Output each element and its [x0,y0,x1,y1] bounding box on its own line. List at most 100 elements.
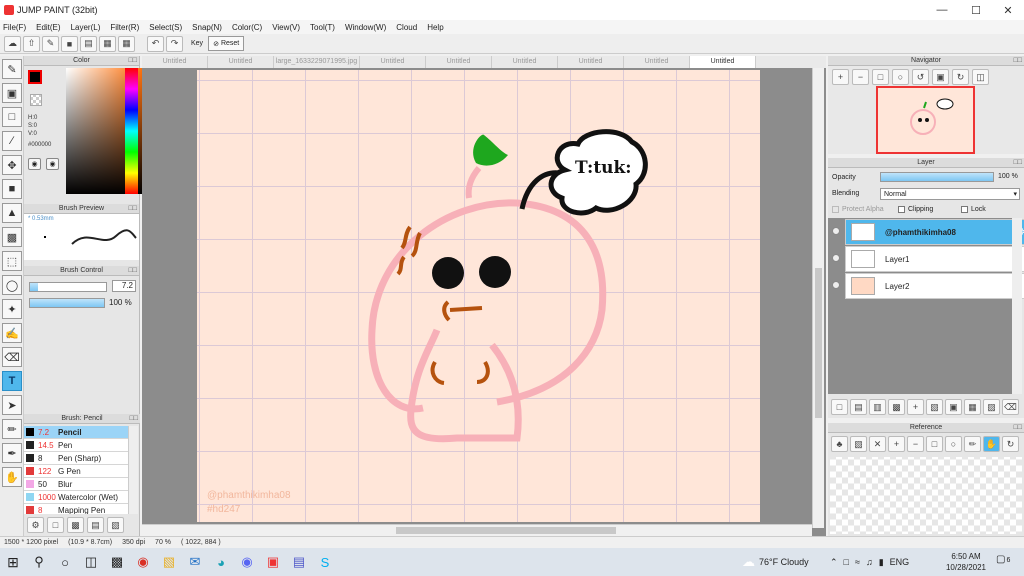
zoom-out-icon[interactable]: − [907,436,924,452]
wifi-icon[interactable]: ≈ [855,557,860,567]
battery-icon[interactable]: ▮ [879,557,884,568]
menu-tool[interactable]: Tool(T) [310,23,335,32]
reference-canvas[interactable] [830,457,1022,534]
menu-filter[interactable]: Filter(R) [110,23,139,32]
reset-zoom-icon[interactable]: ○ [945,436,962,452]
menu-snap[interactable]: Snap(N) [192,23,222,32]
magic-wand-tool-icon[interactable]: ✦ [2,299,22,319]
eyedropper-tool-icon[interactable]: ✏ [2,419,22,439]
flip-icon[interactable]: ◫ [972,69,989,85]
network-icon[interactable]: □ [844,557,849,567]
chrome-icon[interactable]: ◉ [130,548,156,576]
layer-row-layer1[interactable]: Layer1 [845,246,1024,272]
close-icon[interactable]: ✕ [992,0,1024,20]
zoom-in-icon[interactable]: + [832,69,849,85]
tab-untitled-5[interactable]: Untitled [492,56,558,68]
add-layer-menu-icon[interactable]: + [907,399,924,415]
chat-icon[interactable]: ■ [61,35,78,52]
windows-start-icon[interactable]: ⊞ [0,548,26,576]
notification-icon[interactable]: ▢6 [996,554,1010,565]
line-tool-icon[interactable]: ∕ [2,131,22,151]
layer-visibility-icon[interactable] [832,281,840,289]
tab-untitled-3[interactable]: Untitled [360,56,426,68]
copy-layer-icon[interactable]: ▩ [888,399,905,415]
chevron-up-icon[interactable]: ⌃ [830,557,838,568]
panel-buttons-icon[interactable]: □□ [1014,423,1022,433]
fill-rect-tool-icon[interactable]: ■ [2,179,22,199]
brush-item-mapping-pen[interactable]: 8 Mapping Pen [24,504,128,514]
tab-untitled-4[interactable]: Untitled [426,56,492,68]
zoom-out-icon[interactable]: − [852,69,869,85]
eraser-tool-icon[interactable]: ▣ [2,83,22,103]
horizontal-scroll-thumb[interactable] [396,527,616,534]
fit-icon[interactable]: □ [926,436,943,452]
pen-tool-icon[interactable]: ✒ [2,443,22,463]
pages-icon[interactable]: ▦ [99,35,116,52]
protect-alpha-checkbox[interactable]: Protect Alpha [832,206,884,213]
tab-large-jpg[interactable]: large_1633229071995.jpg [274,56,360,68]
new-layer-1bit-icon[interactable]: ▥ [869,399,886,415]
foreground-color-swatch[interactable] [28,70,42,84]
menu-window[interactable]: Window(W) [345,23,386,32]
maximize-icon[interactable]: ☐ [960,0,992,20]
eyedropper-icon[interactable]: ✏ [964,436,981,452]
rectangle-tool-icon[interactable]: □ [2,107,22,127]
redo-icon[interactable]: ↷ [166,35,183,52]
brush-page-icon[interactable]: ▤ [87,517,104,533]
zoom-in-icon[interactable]: + [888,436,905,452]
brush-tool-icon[interactable]: ✎ [2,59,22,79]
blending-select[interactable]: Normal ▾ [880,188,1020,200]
clock[interactable]: 6:50 AM 10/28/2021 [942,551,990,573]
brush-item-blur[interactable]: 50 Blur [24,478,128,491]
mail-icon[interactable]: ✉ [182,548,208,576]
palette-icon[interactable]: ◉ [28,158,41,170]
hand-icon[interactable]: ✋ [983,436,1000,452]
tab-untitled-active[interactable]: Untitled [690,56,756,68]
brush-item-watercolor[interactable]: 1000 Watercolor (Wet) [24,491,128,504]
grid-icon[interactable]: ▦ [118,35,135,52]
tree-icon[interactable]: ♣ [831,436,848,452]
panel-buttons-icon[interactable]: □□ [129,204,137,214]
select-pen-tool-icon[interactable]: ✍ [2,323,22,343]
cortana-icon[interactable]: ○ [52,548,78,576]
close-reference-icon[interactable]: ✕ [869,436,886,452]
file-explorer-icon[interactable]: ▧ [156,548,182,576]
task-view-icon[interactable]: ◫ [78,548,104,576]
menu-help[interactable]: Help [427,23,443,32]
trash-icon[interactable]: ⌫ [1002,399,1019,415]
lock-checkbox[interactable]: Lock [961,206,986,213]
canvas-vertical-scrollbar[interactable] [812,68,824,528]
menu-select[interactable]: Select(S) [149,23,182,32]
brush-settings-icon[interactable]: ⚙ [27,517,44,533]
menu-view[interactable]: View(V) [272,23,300,32]
discord-icon[interactable]: ◉ [234,548,260,576]
vertical-scroll-thumb[interactable] [815,268,822,418]
edge-icon[interactable]: ◕ [208,548,234,576]
undo-icon[interactable]: ↶ [147,35,164,52]
actual-size-icon[interactable]: ▣ [932,69,949,85]
skype-icon[interactable]: S [312,548,338,576]
teams-icon[interactable]: ▤ [286,548,312,576]
layer-visibility-icon[interactable] [832,254,840,262]
brush-size-value[interactable]: 7.2 [112,280,136,292]
rotate-icon[interactable]: ↻ [1002,436,1019,452]
layer-row-watermark[interactable]: @phamthikimha08 ⚙ [845,219,1024,245]
menu-color[interactable]: Color(C) [232,23,262,32]
volume-icon[interactable]: ♫ [866,557,873,567]
brush-item-pen-sharp[interactable]: 8 Pen (Sharp) [24,452,128,465]
hue-slider[interactable] [125,68,138,194]
brush-size-slider[interactable] [29,282,107,292]
menu-cloud[interactable]: Cloud [396,23,417,32]
merge-icon[interactable]: ▣ [945,399,962,415]
weather-widget[interactable]: ☁ 76°F Cloudy [742,548,809,576]
search-icon[interactable]: ⚲ [26,548,52,576]
upload-icon[interactable]: ⇧ [23,35,40,52]
page-icon[interactable]: ▤ [80,35,97,52]
folder-icon[interactable]: ▧ [926,399,943,415]
new-layer-icon[interactable]: □ [831,399,848,415]
fit-icon[interactable]: □ [872,69,889,85]
panel-buttons-icon[interactable]: □□ [129,56,137,66]
zoom-reset-icon[interactable]: ○ [892,69,909,85]
tab-untitled-2[interactable]: Untitled [208,56,274,68]
gradient-tool-icon[interactable]: ▩ [2,227,22,247]
